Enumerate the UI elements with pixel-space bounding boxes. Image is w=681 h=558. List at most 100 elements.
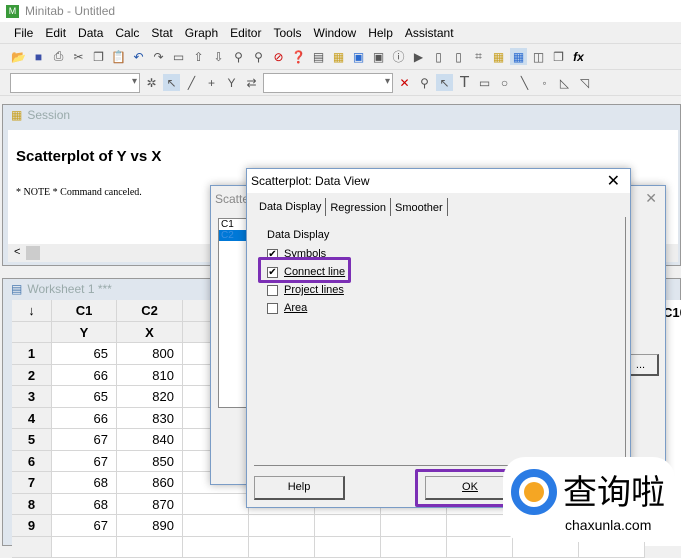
function-icon[interactable]: fx	[570, 48, 587, 65]
scroll-thumb[interactable]	[26, 246, 40, 260]
paste-icon[interactable]: 📋	[110, 48, 127, 65]
graph-combo[interactable]	[10, 73, 140, 93]
grid-cell[interactable]	[183, 515, 249, 537]
row-number[interactable]: 1	[12, 343, 52, 365]
brush-icon[interactable]: ✲	[143, 74, 160, 91]
grid-cell[interactable]	[315, 515, 381, 537]
grid-cell[interactable]: 66	[52, 365, 117, 387]
row-number[interactable]: 8	[12, 494, 52, 516]
grid-cell[interactable]	[315, 537, 381, 558]
undo-icon[interactable]: ↶	[130, 48, 147, 65]
menu-stat[interactable]: Stat	[151, 26, 172, 40]
copy-icon[interactable]: ❐	[90, 48, 107, 65]
grid-cell[interactable]: 800	[117, 343, 183, 365]
grid-cell[interactable]	[183, 494, 249, 516]
window-icon[interactable]: ❐	[550, 48, 567, 65]
column-name-cell[interactable]: X	[117, 322, 183, 344]
find-icon[interactable]: ⚲	[230, 48, 247, 65]
cancel-icon[interactable]: ⊘	[270, 48, 287, 65]
tab-regression[interactable]: Regression	[326, 198, 391, 216]
pen-icon[interactable]: ╱	[183, 74, 200, 91]
info-icon[interactable]: ⓘ	[390, 48, 407, 65]
session-window-icon[interactable]: ▦	[330, 48, 347, 65]
row-number[interactable]	[12, 537, 52, 558]
help-icon[interactable]: ❓	[290, 48, 307, 65]
grid-cell[interactable]: 67	[52, 429, 117, 451]
cut-icon[interactable]: ✂	[70, 48, 87, 65]
history-icon[interactable]: ▶	[410, 48, 427, 65]
annotation-combo[interactable]	[263, 73, 393, 93]
variable-item-selected[interactable]: C2	[219, 230, 247, 241]
name-row-label[interactable]	[12, 322, 52, 344]
pointer-icon[interactable]: ↖	[436, 74, 453, 91]
grid-cell[interactable]: 840	[117, 429, 183, 451]
row-number[interactable]: 4	[12, 408, 52, 430]
menu-assistant[interactable]: Assistant	[405, 26, 454, 40]
checkbox-box[interactable]	[267, 303, 278, 314]
grid-cell[interactable]: 65	[52, 386, 117, 408]
open-icon[interactable]: 📂	[10, 48, 27, 65]
grid-cell[interactable]	[249, 537, 315, 558]
grid-cell[interactable]	[381, 537, 447, 558]
row-number[interactable]: 7	[12, 472, 52, 494]
row-number[interactable]: 9	[12, 515, 52, 537]
up-arrow-icon[interactable]: ⇧	[190, 48, 207, 65]
polyline-icon[interactable]: ◺	[556, 74, 573, 91]
column-header[interactable]: C2	[117, 300, 183, 322]
checkbox-box[interactable]	[267, 285, 278, 296]
grid-cell[interactable]	[183, 537, 249, 558]
show-worksheet-icon[interactable]: ▭	[170, 48, 187, 65]
grid-cell[interactable]: 68	[52, 494, 117, 516]
row-number[interactable]: 5	[12, 429, 52, 451]
select-icon[interactable]: ↖	[163, 74, 180, 91]
menu-calc[interactable]: Calc	[115, 26, 139, 40]
related-icon[interactable]: ⌗	[470, 48, 487, 65]
tab-data-display[interactable]: Data Display	[255, 198, 326, 216]
rectangle-icon[interactable]: ▭	[476, 74, 493, 91]
layout-icon[interactable]: ◫	[530, 48, 547, 65]
find-next-icon[interactable]: ⚲	[250, 48, 267, 65]
grid-cell[interactable]: 830	[117, 408, 183, 430]
grid-cell[interactable]	[447, 537, 513, 558]
swap-icon[interactable]: ⇄	[243, 74, 260, 91]
menu-data[interactable]: Data	[78, 26, 103, 40]
menu-file[interactable]: File	[14, 26, 33, 40]
ellipse-icon[interactable]: ○	[496, 74, 513, 91]
grid-cell[interactable]	[381, 515, 447, 537]
menu-tools[interactable]: Tools	[273, 26, 301, 40]
checkbox-project-lines[interactable]: Project lines	[267, 281, 345, 299]
save-icon[interactable]: ■	[30, 48, 47, 65]
grid-icon[interactable]: ▦	[510, 48, 527, 65]
checkbox-area[interactable]: Area	[267, 299, 345, 317]
column-name-cell[interactable]: Y	[52, 322, 117, 344]
dot-icon[interactable]: ◦	[536, 74, 553, 91]
grid-cell[interactable]: 890	[117, 515, 183, 537]
redo-icon[interactable]: ↷	[150, 48, 167, 65]
grid-cell[interactable]: 68	[52, 472, 117, 494]
grid-cell[interactable]: 67	[52, 515, 117, 537]
worksheets-icon[interactable]: ▣	[350, 48, 367, 65]
grid-cell[interactable]	[117, 537, 183, 558]
corner-cell[interactable]: ↓	[12, 300, 52, 322]
grid-cell[interactable]: 66	[52, 408, 117, 430]
help-button[interactable]: Help	[254, 476, 345, 500]
grid-cell[interactable]: 870	[117, 494, 183, 516]
menu-window[interactable]: Window	[314, 26, 357, 40]
variable-item[interactable]: C1	[219, 219, 247, 230]
delete-icon[interactable]: ✕	[396, 74, 413, 91]
flag-icon[interactable]: Y	[223, 74, 240, 91]
grid-cell[interactable]: 810	[117, 365, 183, 387]
column-header[interactable]: C1	[52, 300, 117, 322]
grid-cell[interactable]	[249, 515, 315, 537]
menu-help[interactable]: Help	[368, 26, 393, 40]
dialog-close-button[interactable]: ✕	[607, 171, 620, 191]
grid-cell[interactable]: 860	[117, 472, 183, 494]
scroll-left-button[interactable]: <	[14, 246, 20, 258]
grid-cell[interactable]: 65	[52, 343, 117, 365]
down-arrow-icon[interactable]: ⇩	[210, 48, 227, 65]
report-icon[interactable]: ▯	[430, 48, 447, 65]
zoom-icon[interactable]: ⚲	[416, 74, 433, 91]
variable-list[interactable]: C1 C2	[218, 218, 248, 408]
text-icon[interactable]: T	[456, 74, 473, 91]
graphs-icon[interactable]: ▣	[370, 48, 387, 65]
